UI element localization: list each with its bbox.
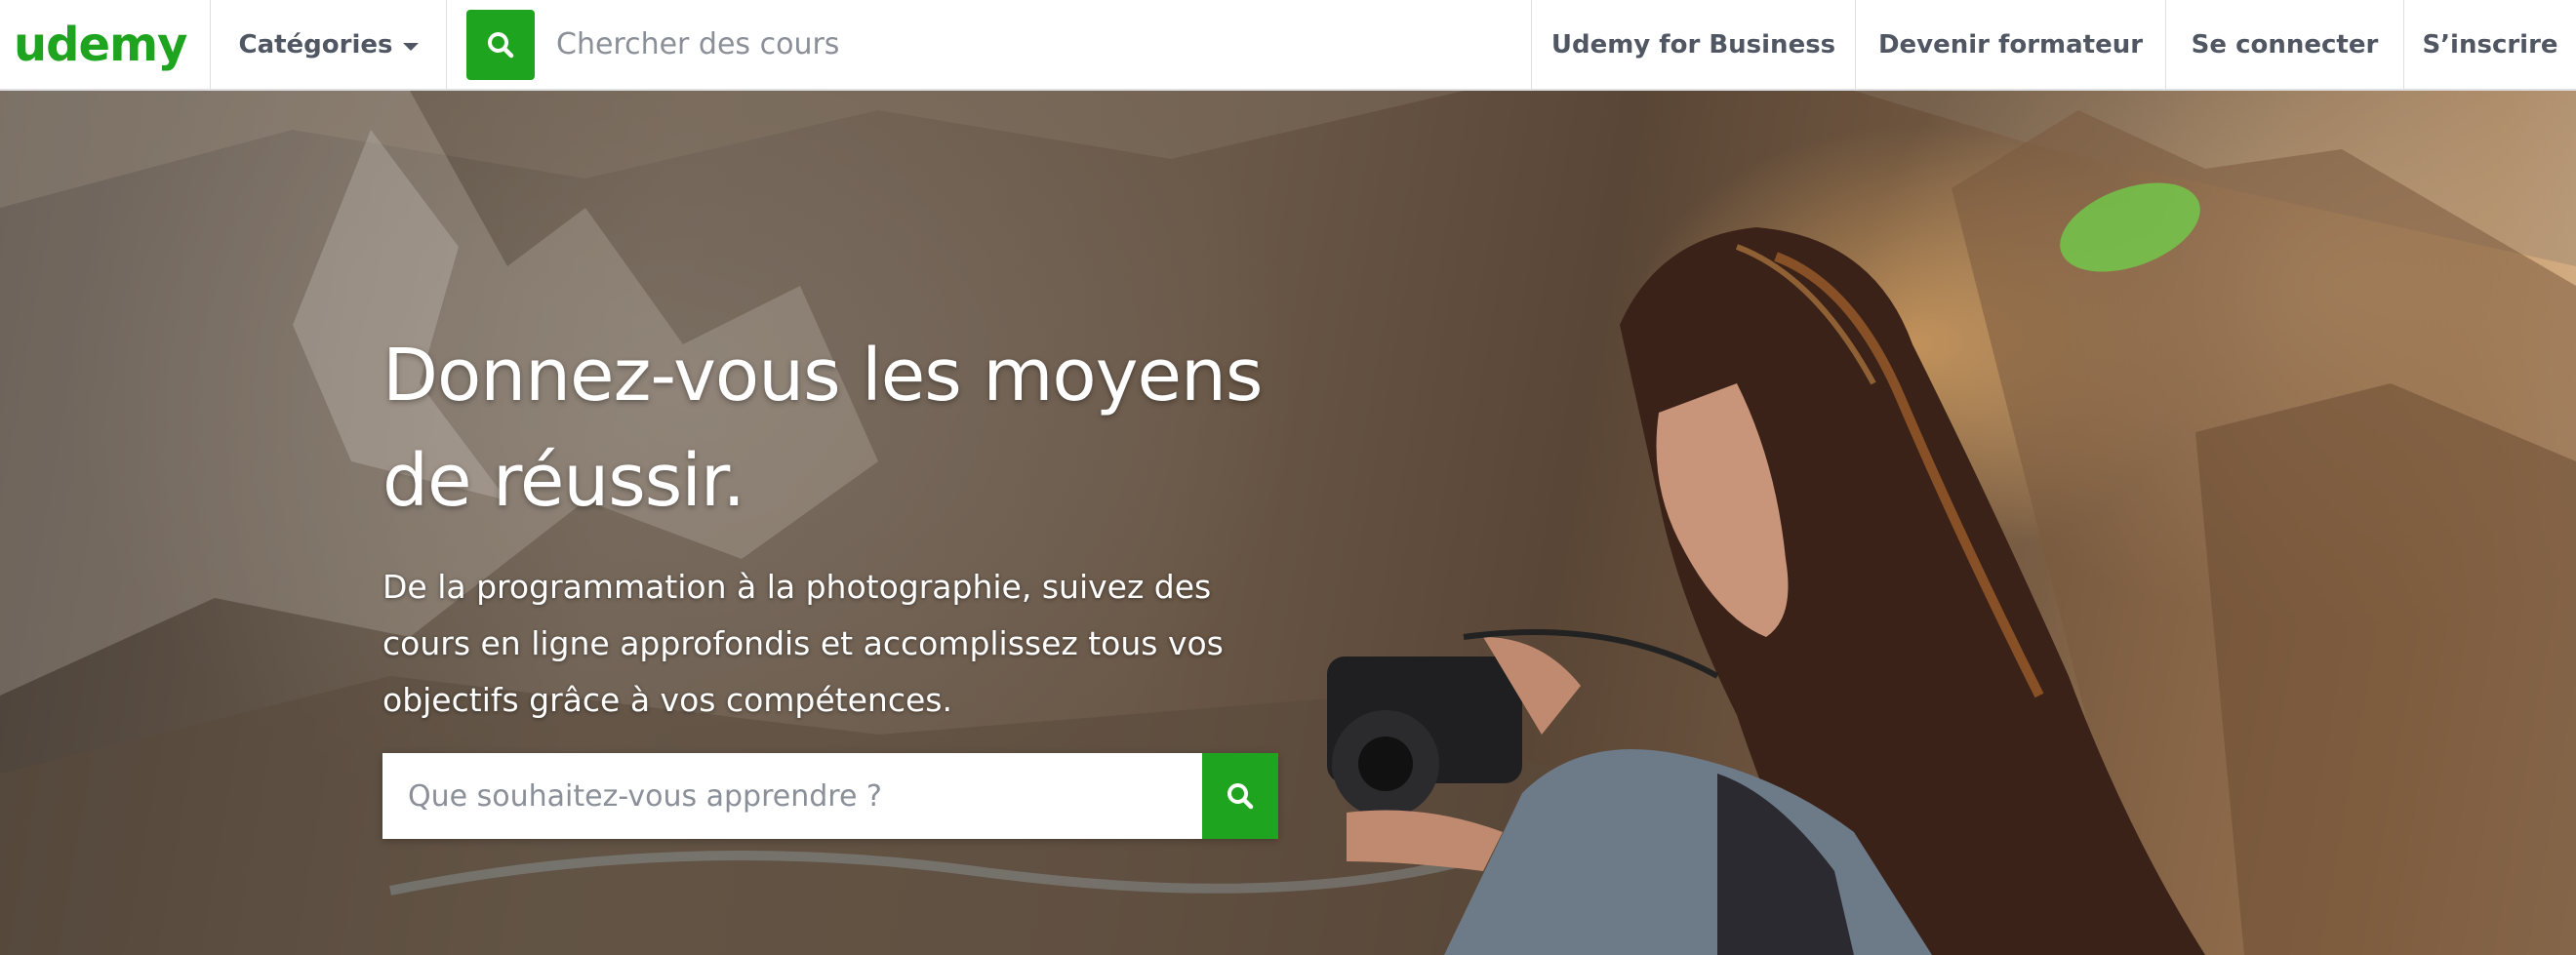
hero-search-button[interactable]: [1202, 753, 1278, 839]
hero-banner: Donnez-vous les moyens de réussir. De la…: [0, 91, 2576, 955]
hero-subtitle-line-2: cours en ligne approfondis et accompliss…: [382, 624, 1224, 662]
udemy-for-business-link[interactable]: Udemy for Business: [1531, 0, 1855, 89]
hero-subtitle: De la programmation à la photographie, s…: [382, 559, 1261, 729]
hero-title-line-2: de réussir.: [382, 439, 745, 523]
header-search: [447, 0, 1531, 89]
hero-search-input[interactable]: [382, 753, 1202, 839]
hero-text-block: Donnez-vous les moyens de réussir. De la…: [382, 323, 1290, 729]
hero-title-line-1: Donnez-vous les moyens: [382, 334, 1263, 418]
search-icon: [488, 31, 514, 58]
search-icon: [1228, 783, 1254, 810]
header-search-input[interactable]: [535, 27, 1413, 61]
hero-title: Donnez-vous les moyens de réussir.: [382, 323, 1290, 534]
categories-label: Catégories: [238, 29, 393, 60]
logo-text: udemy: [14, 17, 187, 72]
top-navigation-bar: udemy Catégories Udemy for Business Deve…: [0, 0, 2576, 91]
udemy-homepage: udemy Catégories Udemy for Business Deve…: [0, 0, 2576, 955]
hero-subtitle-line-3: objectifs grâce à vos compétences.: [382, 681, 952, 719]
header-nav-links: Udemy for Business Devenir formateur Se …: [1531, 0, 2576, 89]
login-button[interactable]: Se connecter: [2165, 0, 2403, 89]
become-instructor-link[interactable]: Devenir formateur: [1855, 0, 2165, 89]
signup-button[interactable]: S’inscrire: [2403, 0, 2576, 89]
categories-menu-button[interactable]: Catégories: [211, 0, 447, 89]
hero-subtitle-line-1: De la programmation à la photographie, s…: [382, 568, 1212, 606]
hero-search-bar: [382, 753, 1278, 839]
chevron-down-icon: [402, 42, 419, 51]
udemy-logo[interactable]: udemy: [0, 0, 211, 89]
header-search-button[interactable]: [466, 9, 535, 80]
